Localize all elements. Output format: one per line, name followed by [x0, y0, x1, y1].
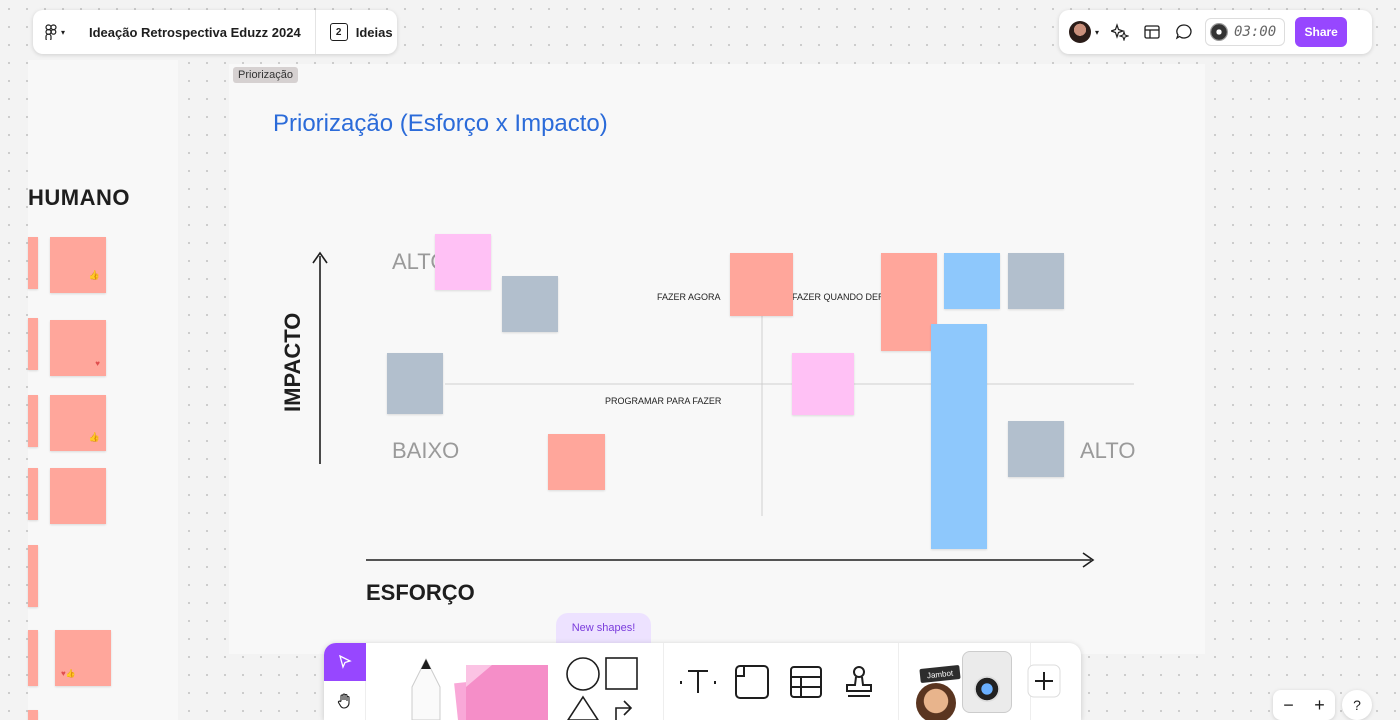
figma-logo-icon	[45, 24, 57, 40]
user-menu-button[interactable]: ▾	[1069, 21, 1099, 43]
zoom-out-button[interactable]: −	[1283, 695, 1294, 716]
sticky-note[interactable]	[931, 324, 987, 549]
ai-sparkle-button[interactable]	[1109, 21, 1131, 43]
quadrant-schedule: PROGRAMAR PARA FAZER	[605, 396, 722, 406]
section-title-humano: HUMANO	[28, 185, 130, 210]
reactions-icon: ♥👍	[61, 669, 76, 679]
shapes-tool-button[interactable]	[564, 655, 644, 720]
toolbar-divider	[663, 643, 664, 720]
bottom-toolbar: Jambot	[324, 643, 1081, 720]
comment-button[interactable]	[1173, 21, 1195, 43]
sticky-note[interactable]	[28, 710, 38, 720]
new-shapes-label: New shapes!	[571, 622, 636, 634]
timer-value: 03:00	[1234, 24, 1277, 40]
thumbs-up-icon: 👍	[88, 431, 100, 442]
text-tool-button[interactable]	[678, 665, 718, 699]
avatar-sticker	[916, 683, 956, 720]
collab-toolbar: ▾ 03:00 Share	[1059, 10, 1372, 54]
sticky-note[interactable]	[881, 253, 937, 351]
sticky-note[interactable]	[28, 545, 38, 607]
pages-button[interactable]: 2 Ideias	[316, 23, 393, 41]
quadrant-do-when-possible: FAZER QUANDO DER	[792, 292, 885, 302]
sticky-note[interactable]	[28, 237, 38, 289]
heart-icon: ♥	[95, 359, 100, 369]
chevron-down-icon: ▾	[60, 27, 65, 37]
sticky-note[interactable]	[792, 353, 854, 415]
hand-tool-button[interactable]	[324, 681, 366, 720]
sticky-note[interactable]	[28, 395, 38, 447]
impact-low-label: BAIXO	[392, 438, 460, 463]
sticky-note[interactable]	[730, 253, 793, 316]
layout-icon	[1144, 25, 1160, 39]
sticky-note[interactable]	[28, 468, 38, 520]
sticky-note[interactable]	[28, 318, 38, 370]
sticky-note[interactable]: 👍	[50, 395, 106, 451]
thumbs-up-icon: 👍	[88, 269, 100, 280]
left-section-panel	[28, 60, 178, 720]
zoom-controls: − +	[1273, 690, 1335, 720]
camera-lens-icon	[974, 676, 1000, 702]
move-tool-button[interactable]	[324, 643, 366, 681]
help-button[interactable]: ?	[1342, 690, 1372, 720]
y-axis-title: IMPACTO	[280, 312, 305, 412]
sticker-label: Jambot	[919, 664, 961, 684]
sticky-note[interactable]	[435, 234, 491, 290]
stamp-tool-button[interactable]	[840, 663, 880, 701]
sticky-note-tool-button[interactable]	[452, 657, 552, 720]
sticky-note[interactable]	[548, 434, 605, 490]
camera-sticker	[962, 651, 1012, 713]
help-icon: ?	[1353, 697, 1361, 713]
comment-icon	[1175, 24, 1192, 40]
stickers-widgets-button[interactable]: Jambot	[914, 651, 1024, 720]
x-axis-title: ESFORÇO	[366, 580, 475, 605]
sticky-note[interactable]	[387, 353, 443, 414]
effort-high-label: ALTO	[1080, 438, 1136, 463]
sticky-note[interactable]	[28, 630, 38, 686]
sticky-note[interactable]: ♥	[50, 320, 106, 376]
sticky-note[interactable]	[1008, 253, 1064, 309]
timer-widget[interactable]: 03:00	[1205, 18, 1286, 46]
sticky-note[interactable]	[502, 276, 558, 332]
toolbar-divider	[898, 643, 899, 720]
sticky-note[interactable]: 👍	[50, 237, 106, 293]
sticky-note[interactable]: ♥👍	[55, 630, 111, 686]
layout-button[interactable]	[1141, 21, 1163, 43]
section-tool-button[interactable]	[733, 663, 773, 701]
hand-icon	[337, 692, 350, 709]
file-title[interactable]: Ideação Retrospectiva Eduzz 2024	[77, 25, 315, 40]
chevron-down-icon: ▾	[1095, 27, 1100, 37]
avatar	[1069, 21, 1091, 43]
more-tools-button[interactable]	[1026, 663, 1062, 699]
pages-label: Ideias	[355, 24, 393, 40]
table-tool-button[interactable]	[787, 663, 827, 701]
main-menu-button[interactable]: ▾	[33, 24, 77, 40]
pages-count-badge: 2	[329, 23, 348, 41]
zoom-in-button[interactable]: +	[1314, 695, 1325, 716]
music-disc-icon	[1210, 23, 1229, 41]
share-button[interactable]: Share	[1295, 17, 1348, 47]
sticky-note[interactable]	[944, 253, 1000, 309]
quadrant-do-now: FAZER AGORA	[657, 292, 721, 302]
sparkle-icon	[1111, 23, 1130, 41]
file-header: ▾ Ideação Retrospectiva Eduzz 2024 2 Ide…	[33, 10, 397, 54]
matrix-axes	[312, 251, 1134, 568]
sticky-note[interactable]	[50, 468, 106, 524]
pencil-tool-button[interactable]	[404, 657, 448, 720]
sticky-note[interactable]	[1008, 421, 1064, 477]
cursor-icon	[339, 655, 352, 669]
